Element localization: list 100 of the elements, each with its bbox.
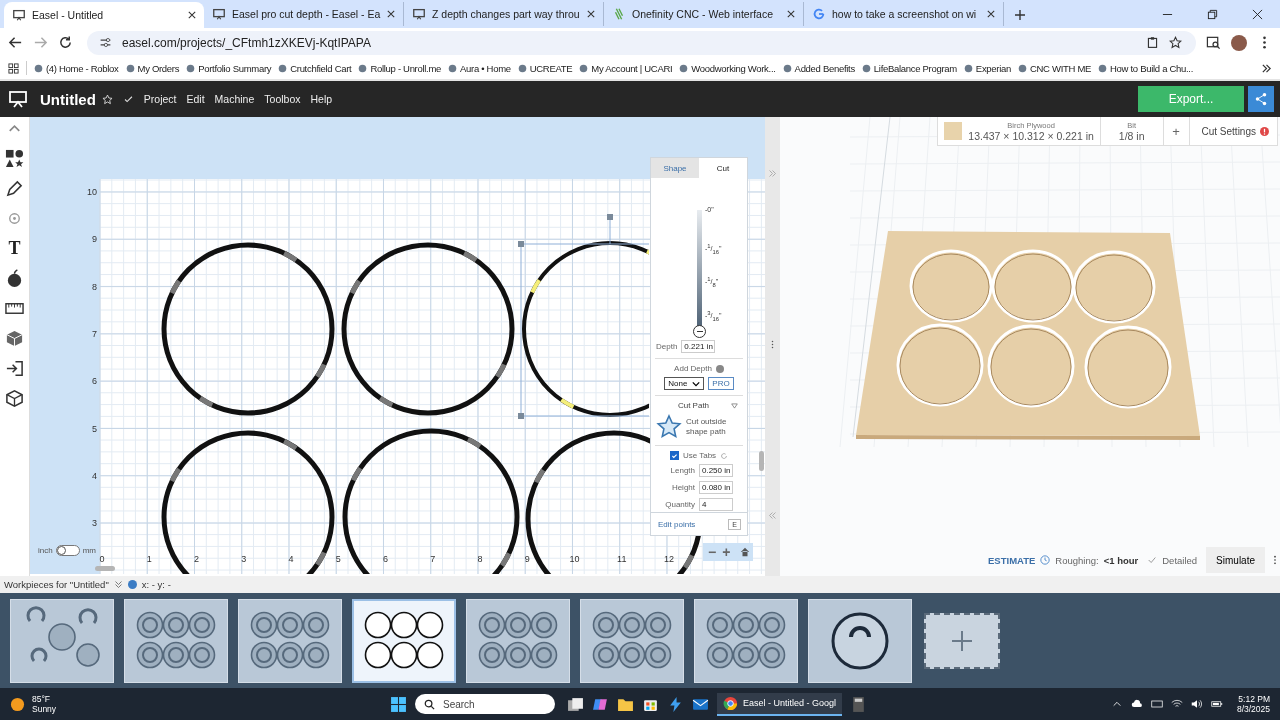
scrollbar-thumb[interactable] — [759, 451, 764, 472]
input-field[interactable]: 4 — [699, 498, 733, 512]
home-icon[interactable] — [740, 547, 751, 558]
restore-icon[interactable] — [1207, 8, 1218, 20]
material-dimensions: 13.437 × 10.312 × 0.221 in — [968, 129, 1094, 142]
close-icon[interactable] — [1252, 8, 1263, 20]
menu-item[interactable]: Toolbox — [264, 93, 301, 106]
workpiece-thumbnail[interactable] — [10, 598, 114, 683]
use-tabs-checkbox[interactable] — [669, 451, 679, 461]
bookmark[interactable]: Aura • Home — [448, 62, 511, 74]
zoom-out-button[interactable]: − — [706, 545, 719, 560]
text-tool[interactable]: T — [8, 239, 21, 259]
browser-tab[interactable]: Z depth changes part way throu — [404, 1, 604, 26]
cube-icon[interactable] — [5, 389, 24, 409]
star-icon[interactable] — [1169, 36, 1182, 50]
keyboard-icon[interactable] — [1150, 699, 1163, 710]
close-icon[interactable] — [387, 9, 395, 18]
new-tab-icon[interactable] — [1014, 8, 1026, 21]
cursor-coordinates: x: - y: - — [141, 579, 171, 591]
bookmark[interactable]: Experian — [963, 62, 1011, 74]
bookmark[interactable]: Crutchfield Cart — [278, 62, 352, 74]
workpiece-thumbnail[interactable] — [352, 598, 456, 683]
import-icon[interactable] — [5, 359, 24, 379]
bookmark[interactable]: (4) Home - Roblox — [34, 62, 119, 74]
cloud-icon[interactable] — [1130, 699, 1143, 710]
reload-icon[interactable] — [58, 35, 73, 51]
site-info-icon[interactable] — [99, 36, 112, 50]
input-field[interactable]: 0.250 in — [699, 464, 733, 478]
bookmark[interactable]: My Account | UCARI — [579, 62, 673, 74]
estimate-link[interactable]: ESTIMATE — [988, 554, 1036, 566]
bookmark[interactable]: CNC WITH ME — [1017, 62, 1092, 74]
menu-item[interactable]: Machine — [214, 93, 255, 106]
search-field[interactable]: Search — [415, 694, 555, 715]
favicon-icon — [517, 63, 527, 73]
depth-slider-thumb[interactable] — [693, 325, 706, 339]
pro-button[interactable]: PRO — [708, 377, 734, 391]
panel-tab[interactable]: Shape — [651, 158, 699, 179]
workpiece-thumbnail[interactable] — [466, 598, 570, 683]
browser-tab[interactable]: Onefinity CNC - Web interface — [604, 1, 804, 26]
browser-tab[interactable]: how to take a screenshot on wi — [804, 1, 1004, 26]
circle-shape[interactable] — [341, 242, 515, 416]
favicon-icon — [34, 63, 43, 73]
bookmark[interactable]: UCREATE — [517, 62, 573, 74]
bookmark[interactable]: LifeBalance Program — [861, 62, 957, 74]
lightning-icon[interactable] — [667, 695, 684, 713]
workpiece-thumbnail[interactable] — [580, 598, 684, 683]
favicon-icon — [1017, 63, 1027, 73]
depth-field[interactable]: 0.221 in — [681, 340, 716, 354]
add-workpiece-button[interactable] — [924, 612, 1000, 669]
zoom-in-button[interactable]: + — [720, 545, 733, 560]
workpiece-thumbnail[interactable] — [238, 598, 342, 683]
share-button[interactable] — [1248, 86, 1274, 113]
input-field[interactable]: 0.080 in — [699, 481, 733, 495]
profile-avatar[interactable] — [1231, 34, 1247, 51]
clipboard-icon[interactable] — [1146, 36, 1159, 50]
circle-shape[interactable] — [161, 242, 335, 416]
menu-item[interactable]: Project — [143, 93, 177, 106]
unit-toggle[interactable] — [55, 545, 80, 557]
edit-points-link[interactable]: Edit points — [658, 519, 696, 529]
workpiece-thumbnail[interactable] — [124, 598, 228, 683]
add-depth-select[interactable]: None — [664, 377, 705, 391]
workpiece-thumbnail[interactable] — [694, 598, 798, 683]
bookmark[interactable]: Added Benefits — [782, 62, 855, 74]
bookmark[interactable]: My Orders — [125, 62, 180, 74]
apps-grid-icon[interactable] — [8, 62, 19, 74]
favicon-icon — [1098, 63, 1108, 73]
bookmark[interactable]: How to Build a Chu... — [1098, 62, 1193, 74]
simulate-button[interactable]: Simulate — [1206, 547, 1265, 574]
shapes-icon[interactable] — [5, 149, 24, 169]
lens-icon[interactable] — [1206, 35, 1221, 51]
address-bar[interactable]: easel.com/projects/_CFtmh1zXKEVj-KqtIPAPA — [87, 30, 1196, 55]
close-icon[interactable] — [987, 9, 995, 18]
apple-icon[interactable] — [5, 269, 24, 289]
selection-box[interactable] — [518, 214, 649, 420]
clock[interactable]: 5:12 PM 8/3/2025 — [1236, 694, 1270, 715]
menu-item[interactable]: Help — [310, 93, 333, 106]
close-icon[interactable] — [787, 9, 795, 18]
star-icon[interactable] — [656, 414, 682, 441]
taskbar-app[interactable]: Easel - Untitled - Googl — [717, 692, 843, 716]
bookmark[interactable]: Rollup - Unroll.me — [358, 62, 442, 74]
browser-tab[interactable]: Easel pro cut depth - Easel - Ea — [204, 1, 404, 26]
close-icon[interactable] — [188, 10, 196, 19]
double-chevron-down-icon[interactable] — [113, 580, 123, 590]
menu-item[interactable]: Edit — [186, 93, 205, 106]
double-chevron-icon[interactable] — [1261, 62, 1272, 74]
windows-start-icon[interactable] — [390, 695, 407, 713]
browser-tab[interactable]: Easel - Untitled — [4, 1, 204, 28]
pen-icon[interactable] — [5, 179, 24, 199]
bookmark[interactable]: Woodworking Work... — [679, 62, 776, 74]
bit-size: 1/8 in — [1118, 129, 1145, 142]
workpiece-thumbnail[interactable] — [808, 598, 912, 683]
task-view-icon[interactable] — [567, 695, 584, 713]
battery-icon[interactable] — [1210, 699, 1223, 710]
triangle-down-icon[interactable] — [731, 402, 739, 409]
volume-icon[interactable] — [1190, 699, 1203, 710]
close-icon[interactable] — [587, 9, 595, 18]
project-title[interactable]: Untitled — [40, 90, 96, 108]
scrollbar-thumb[interactable] — [95, 566, 115, 572]
box-icon[interactable] — [5, 329, 24, 349]
bookmark[interactable]: Portfolio Summary — [186, 62, 272, 74]
